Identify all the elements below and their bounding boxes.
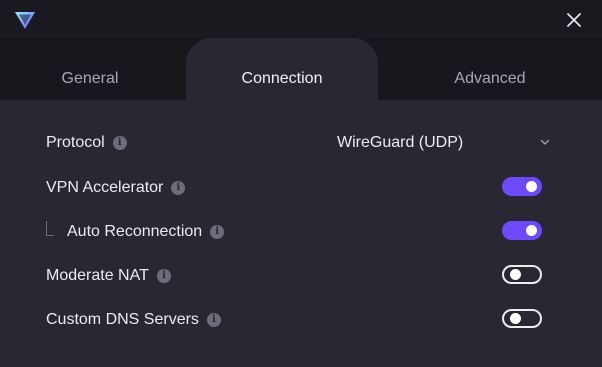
custom-dns-toggle[interactable] [502,309,542,328]
chevron-down-icon [540,139,550,145]
tab-connection[interactable]: Connection [186,38,378,100]
toggle-knob [510,269,521,280]
title-bar [0,0,602,38]
auto-reconnection-toggle[interactable] [502,221,542,240]
auto-reconnection-label: Auto Reconnection [67,223,203,240]
toggle-knob [510,313,521,324]
protocol-label: Protocol [46,134,105,151]
vpn-accelerator-toggle[interactable] [502,177,542,196]
tab-bar: General Connection Advanced [0,38,602,100]
custom-dns-label: Custom DNS Servers [46,311,199,328]
moderate-nat-label: Moderate NAT [46,267,149,284]
toggle-knob [526,181,537,192]
connection-settings-panel: Protocol i WireGuard (UDP) VPN Accelerat… [0,100,602,367]
close-icon[interactable] [562,8,586,32]
moderate-nat-toggle[interactable] [502,265,542,284]
proton-vpn-logo-icon [15,12,35,29]
vpn-accelerator-row: VPN Accelerator i [0,175,602,203]
moderate-nat-row: Moderate NAT i [0,263,602,291]
auto-reconnection-row: Auto Reconnection i [0,219,602,247]
info-icon[interactable]: i [171,181,186,195]
sub-setting-branch-icon [46,221,54,236]
vpn-accelerator-label: VPN Accelerator [46,179,164,196]
protocol-select[interactable]: WireGuard (UDP) [336,130,556,158]
tab-general[interactable]: General [40,38,140,100]
info-icon[interactable]: i [112,136,127,150]
info-icon[interactable]: i [206,313,221,327]
protocol-row: Protocol i WireGuard (UDP) [0,130,602,158]
info-icon[interactable]: i [210,225,225,239]
protocol-select-value: WireGuard (UDP) [337,134,464,151]
custom-dns-row: Custom DNS Servers i [0,307,602,335]
toggle-knob [526,225,537,236]
tab-advanced[interactable]: Advanced [440,38,540,100]
info-icon[interactable]: i [156,269,171,283]
